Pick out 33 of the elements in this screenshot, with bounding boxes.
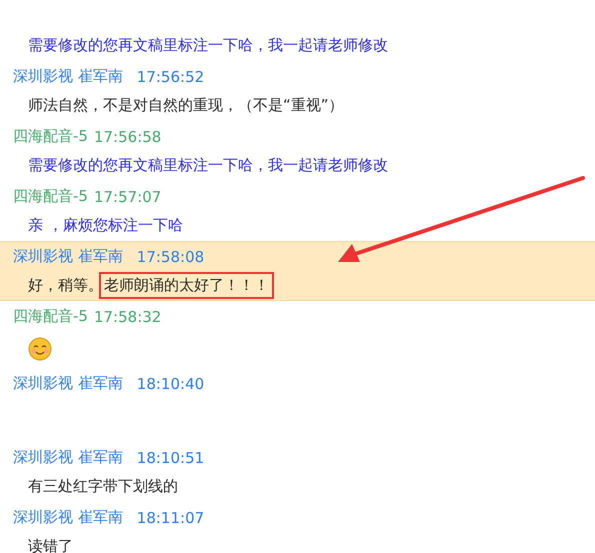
- message[interactable]: 深圳影视 崔军南 18:10:51 有三处红字带下划线的: [0, 442, 595, 502]
- message-time: 17:57:07: [94, 188, 162, 206]
- sender-name[interactable]: 深圳影视 崔军南: [13, 448, 123, 467]
- message[interactable]: 深圳影视 崔军南 18:10:40: [0, 368, 595, 442]
- sender-name[interactable]: 深圳影视 崔军南: [13, 247, 123, 266]
- message-text: 需要修改的您再文稿里标注一下哈，我一起请老师修改: [28, 156, 388, 175]
- message[interactable]: 需要修改的您再文稿里标注一下哈，我一起请老师修改: [0, 30, 595, 61]
- selected-message[interactable]: 深圳影视 崔军南 17:58:08 好，稍等。老师朗诵的太好了！！！: [0, 241, 595, 301]
- message-text: 有三处红字带下划线的: [28, 477, 178, 496]
- message-text: 亲 ，麻烦您标注一下哈: [28, 216, 183, 235]
- sender-name[interactable]: 四海配音-5: [13, 187, 88, 206]
- message-time: 17:58:08: [136, 248, 204, 266]
- smiley-icon: [28, 337, 52, 361]
- message[interactable]: 深圳影视 崔军南 17:56:52 师法自然，不是对自然的重现，（不是“重视”）: [0, 61, 595, 121]
- sender-name[interactable]: 四海配音-5: [13, 307, 88, 326]
- message-text: 读错了: [28, 537, 73, 553]
- sender-name[interactable]: 深圳影视 崔军南: [13, 67, 123, 86]
- message-time: 17:56:58: [94, 128, 162, 146]
- message[interactable]: 深圳影视 崔军南 18:11:07 读错了: [0, 502, 595, 553]
- message-time: 18:10:40: [136, 374, 204, 392]
- message-text: 师法自然，不是对自然的重现，（不是“重视”）: [28, 96, 344, 115]
- message-time: 17:58:32: [94, 308, 162, 326]
- message[interactable]: 四海配音-5 17:57:07 亲 ，麻烦您标注一下哈: [0, 181, 595, 241]
- message-time: 18:11:07: [136, 508, 204, 526]
- message[interactable]: 四海配音-5 17:56:58 需要修改的您再文稿里标注一下哈，我一起请老师修改: [0, 121, 595, 181]
- sender-name[interactable]: 深圳影视 崔军南: [13, 374, 123, 393]
- message-time: 18:10:51: [136, 448, 204, 466]
- sender-name[interactable]: 深圳影视 崔军南: [13, 508, 123, 527]
- sender-name[interactable]: 四海配音-5: [13, 127, 88, 146]
- message-time: 17:56:52: [136, 68, 204, 86]
- highlighted-message-text: 老师朗诵的太好了！！！: [99, 272, 274, 299]
- message-text: 需要修改的您再文稿里标注一下哈，我一起请老师修改: [28, 36, 388, 55]
- message[interactable]: 四海配音-5 17:58:32: [0, 301, 595, 368]
